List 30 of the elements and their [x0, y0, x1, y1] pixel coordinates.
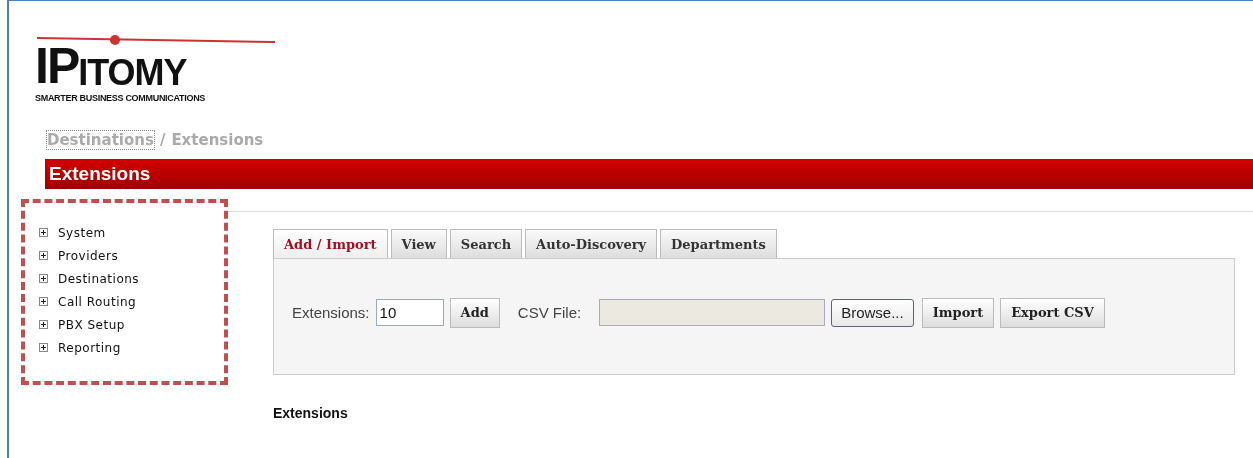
export-csv-button[interactable]: Export CSV	[1000, 297, 1105, 328]
page-title-bar: Extensions	[45, 159, 1253, 189]
extensions-field[interactable]: 10	[375, 299, 444, 326]
sidebar-item[interactable]: PBX Setup	[58, 317, 125, 332]
expand-icon[interactable]	[39, 343, 48, 352]
expand-icon[interactable]	[39, 297, 48, 306]
add-button[interactable]: Add	[449, 297, 500, 328]
sidebar-item[interactable]: Call Routing	[58, 294, 137, 309]
extensions-label: Extensions:	[292, 304, 370, 321]
expand-icon[interactable]	[39, 274, 48, 283]
tab[interactable]: Search	[449, 229, 523, 258]
import-button[interactable]: Import	[921, 297, 995, 328]
tab[interactable]: Departments	[660, 229, 777, 258]
tab[interactable]: View	[390, 229, 447, 258]
sidebar-item[interactable]: System	[58, 225, 106, 240]
logo-tagline: SMARTER BUSINESS COMMUNICATIONS	[35, 93, 207, 103]
section-heading: Extensions	[273, 405, 349, 421]
expand-icon[interactable]	[39, 320, 48, 329]
browse-button[interactable]: Browse...	[831, 298, 914, 327]
logo-wordmark: IPITOMY	[35, 41, 188, 91]
sidebar-item[interactable]: Reporting	[58, 340, 121, 355]
expand-icon[interactable]	[39, 228, 48, 237]
sidebar-item[interactable]: Providers	[58, 248, 119, 263]
tab[interactable]: Auto-Discovery	[525, 229, 658, 258]
sidebar-item[interactable]: Destinations	[58, 271, 140, 286]
file-path-field[interactable]	[599, 299, 826, 326]
csv-file-label: CSV File:	[517, 304, 582, 321]
tab[interactable]: Add / Import	[273, 229, 388, 258]
expand-icon[interactable]	[39, 251, 48, 260]
breadcrumb-separator: /	[159, 131, 166, 149]
